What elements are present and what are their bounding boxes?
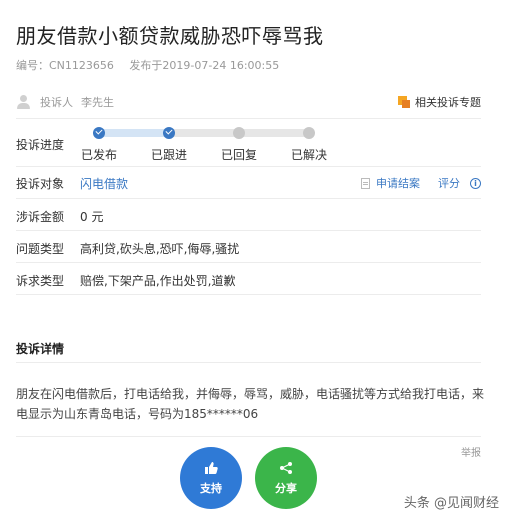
related-topic-link[interactable]: 相关投诉专题 <box>398 94 481 110</box>
complaint-detail-text: 朋友在闪电借款后，打电话给我，并侮辱，辱骂，威胁，电话骚扰等方式给我打电话，来电… <box>16 387 485 421</box>
demand-type-value: 赔偿,下架产品,作出处罚,道歉 <box>80 274 236 288</box>
progress-step-label: 已跟进 <box>150 148 188 162</box>
demand-type-label: 诉求类型 <box>16 274 65 288</box>
target-label: 投诉对象 <box>16 177 65 191</box>
share-label: 分享 <box>275 482 297 495</box>
info-icon[interactable]: i <box>470 177 481 189</box>
progress-step-label: 已发布 <box>80 148 118 162</box>
complainant-info: 投诉人 李先生 <box>16 94 114 110</box>
apply-close-button[interactable]: 申请结案 <box>376 175 420 191</box>
rate-button[interactable]: 评分 <box>438 175 460 191</box>
thumbs-up-icon <box>203 460 219 476</box>
topic-icon <box>398 96 410 108</box>
related-topic-label[interactable]: 相关投诉专题 <box>415 94 481 110</box>
amount-label: 涉诉金额 <box>16 210 65 224</box>
progress-step-dot <box>233 127 245 139</box>
divider <box>16 362 481 363</box>
support-label: 支持 <box>200 482 222 495</box>
divider <box>16 230 481 231</box>
document-icon <box>361 177 370 189</box>
page-title: 朋友借款小额贷款威胁恐吓辱骂我 <box>16 24 324 48</box>
share-icon <box>278 460 294 476</box>
divider <box>16 198 481 199</box>
progress-label: 投诉进度 <box>16 138 65 152</box>
amount-value: 0 元 <box>80 210 104 224</box>
divider <box>16 166 481 167</box>
share-button[interactable]: 分享 <box>255 447 317 509</box>
divider <box>16 436 481 437</box>
user-icon <box>16 94 32 110</box>
target-actions: 申请结案 评分 i <box>361 175 481 191</box>
progress-step-dot <box>93 127 105 139</box>
complaint-meta: 编号：CN1123656 发布于2019-07-24 16:00:55 <box>16 57 279 73</box>
complaint-number: 编号：CN1123656 <box>16 59 114 72</box>
target-company-link[interactable]: 闪电借款 <box>80 175 128 192</box>
divider <box>16 118 481 119</box>
progress-step-dot <box>163 127 175 139</box>
support-button[interactable]: 支持 <box>180 447 242 509</box>
complainant-label: 投诉人 <box>40 96 73 109</box>
details-section-title: 投诉详情 <box>16 342 65 356</box>
progress-step-label: 已解决 <box>290 148 328 162</box>
progress-step-dot <box>303 127 315 139</box>
publish-time: 发布于2019-07-24 16:00:55 <box>129 59 280 72</box>
progress-step-label: 已回复 <box>220 148 258 162</box>
issue-type-label: 问题类型 <box>16 242 65 256</box>
watermark: 头条 @见闻财经 <box>403 496 499 511</box>
divider <box>16 262 481 263</box>
progress-track <box>99 129 309 137</box>
complainant-name: 李先生 <box>81 96 114 109</box>
issue-type-value: 高利贷,砍头息,恐吓,侮辱,骚扰 <box>80 242 240 256</box>
divider <box>16 294 481 295</box>
report-link[interactable]: 举报 <box>461 444 481 459</box>
